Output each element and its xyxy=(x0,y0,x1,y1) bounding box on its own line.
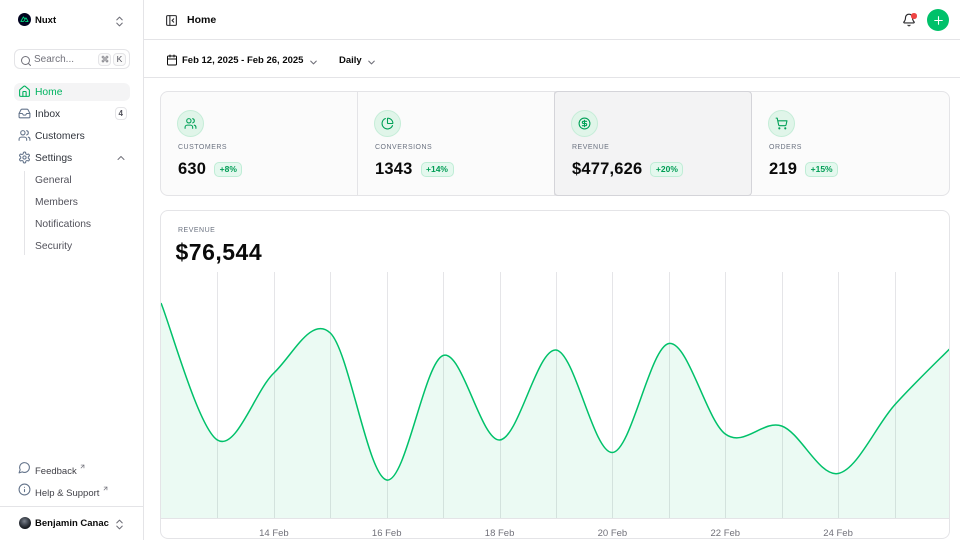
svg-text:16 Feb: 16 Feb xyxy=(372,528,402,539)
svg-text:14 Feb: 14 Feb xyxy=(259,528,289,539)
svg-text:24 Feb: 24 Feb xyxy=(823,528,853,539)
svg-text:22 Feb: 22 Feb xyxy=(711,528,741,539)
svg-text:18 Feb: 18 Feb xyxy=(485,528,515,539)
svg-text:20 Feb: 20 Feb xyxy=(598,528,628,539)
